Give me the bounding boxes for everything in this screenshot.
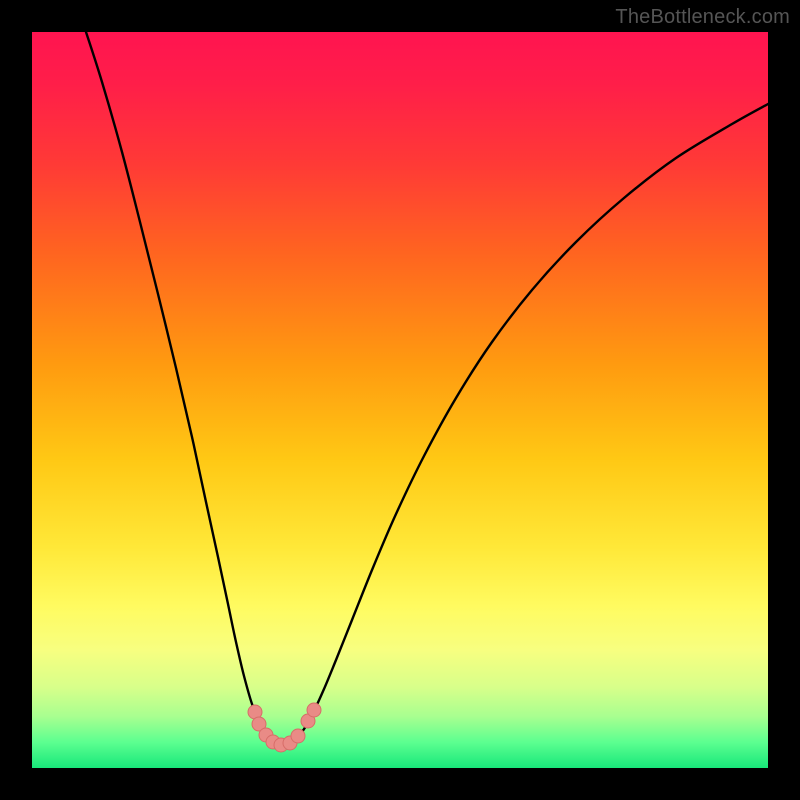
- outer-frame: TheBottleneck.com: [0, 0, 800, 800]
- curve-markers: [248, 703, 321, 752]
- plot-area: [32, 32, 768, 768]
- curve-marker: [291, 729, 305, 743]
- bottleneck-curve: [86, 32, 768, 746]
- watermark-text: TheBottleneck.com: [615, 6, 790, 29]
- curve-layer: [32, 32, 768, 768]
- curve-marker: [307, 703, 321, 717]
